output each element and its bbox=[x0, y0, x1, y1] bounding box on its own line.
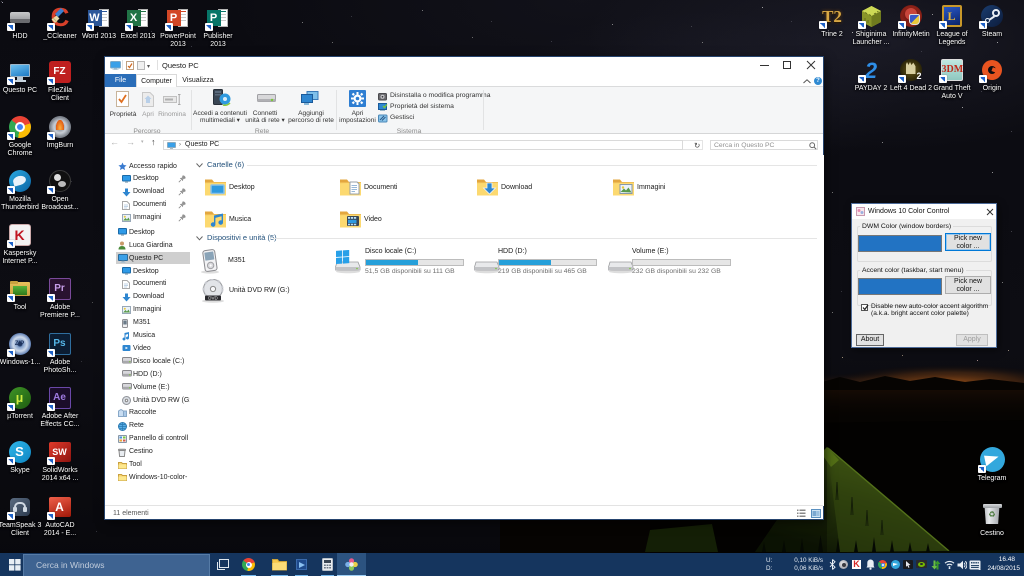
svg-text:DVD: DVD bbox=[208, 296, 218, 301]
